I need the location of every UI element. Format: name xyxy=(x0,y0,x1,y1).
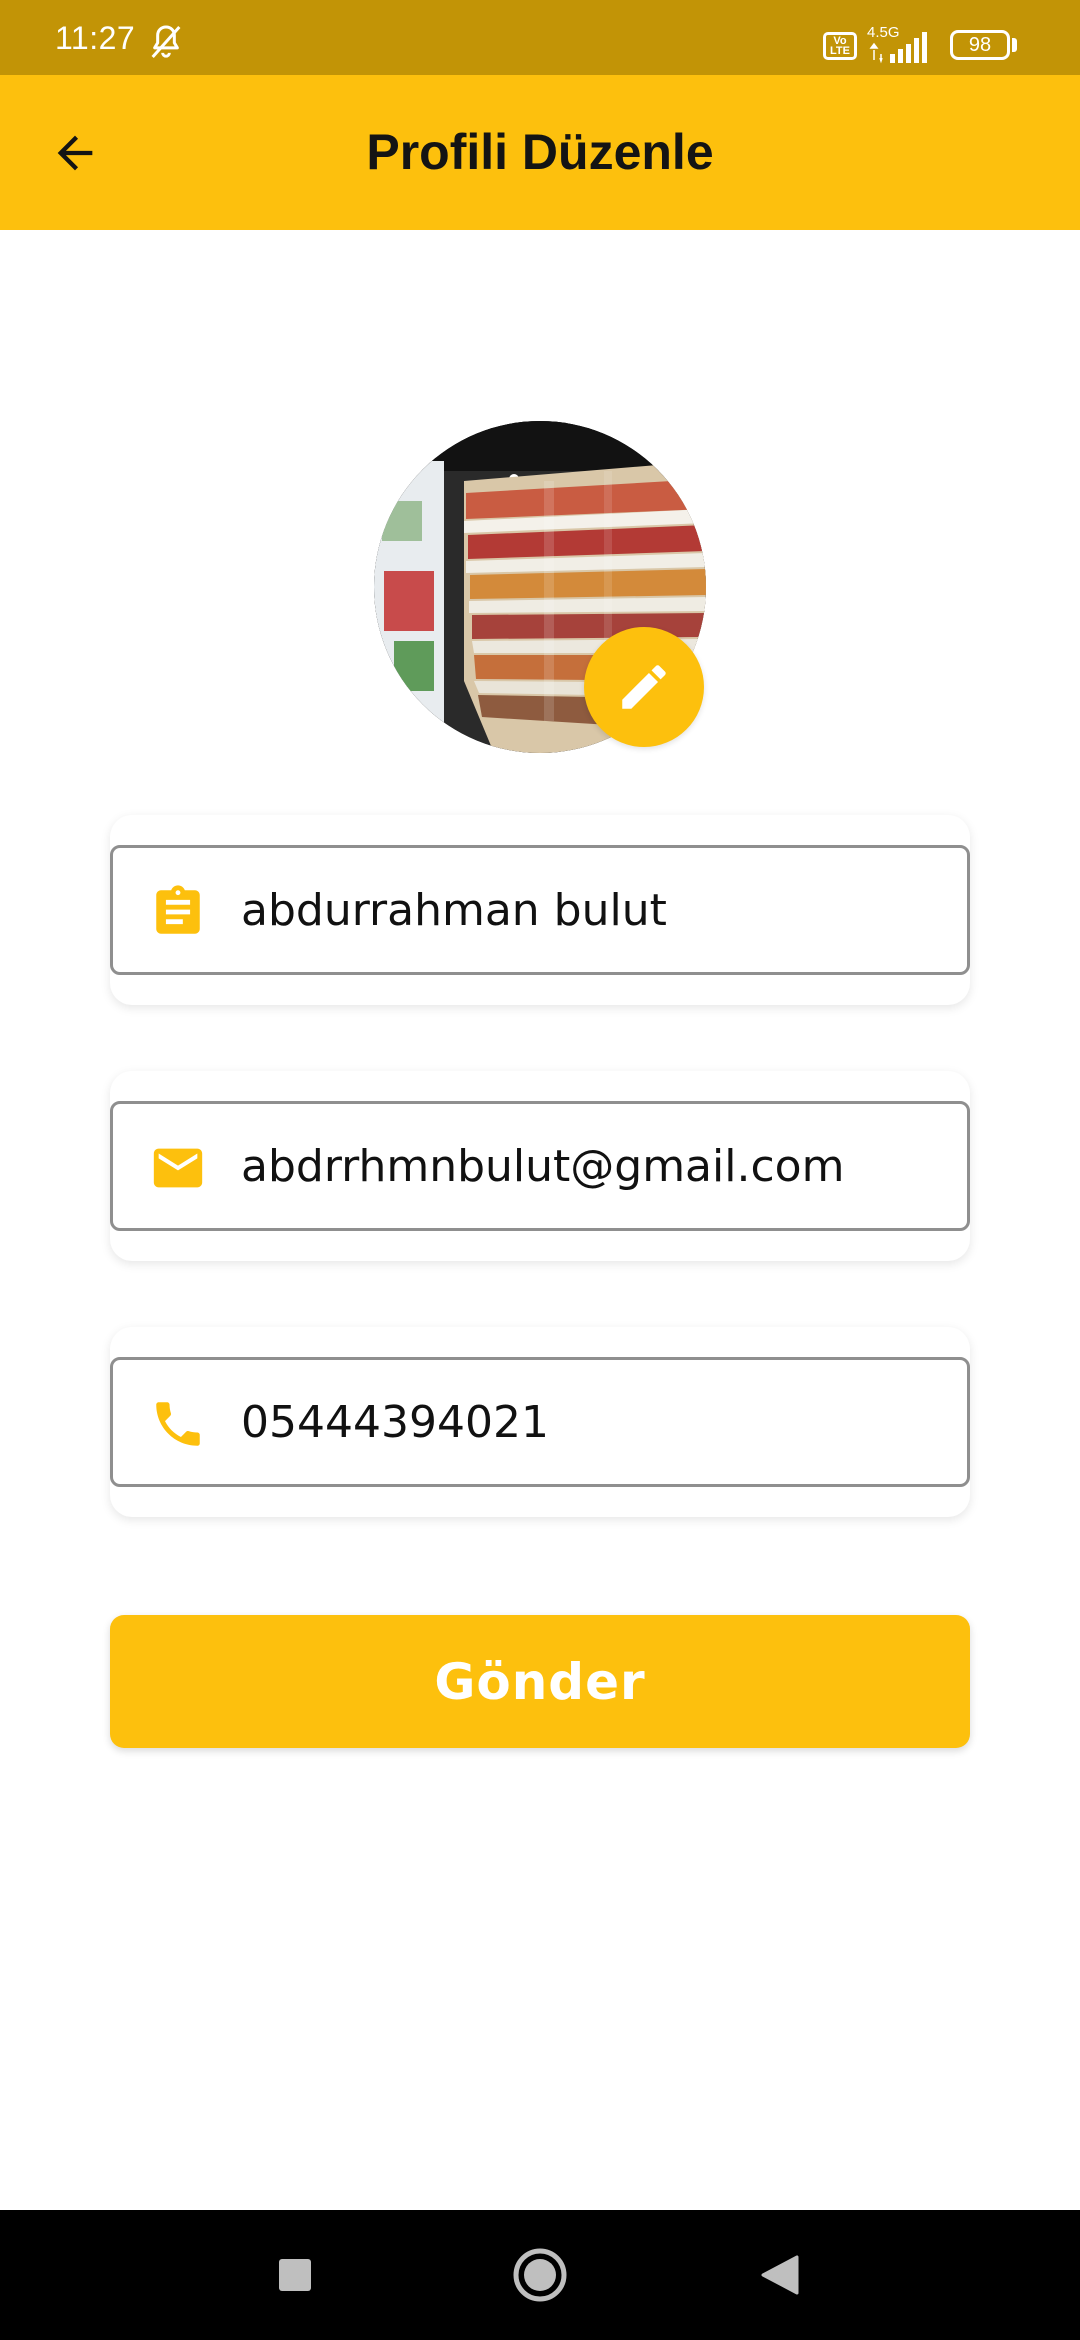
pencil-icon xyxy=(622,665,666,709)
status-time: 11:27 xyxy=(55,20,136,56)
phone-input[interactable] xyxy=(241,1360,941,1484)
app-bar: Profili Düzenle xyxy=(0,75,1080,230)
phone-field-card xyxy=(110,1327,970,1517)
home-circle-icon xyxy=(513,2248,567,2302)
name-input[interactable] xyxy=(241,848,941,972)
bell-off-icon xyxy=(151,25,181,58)
battery-icon: 98 xyxy=(950,30,1010,60)
email-field[interactable] xyxy=(110,1101,970,1231)
status-bar: 11:27 Vo LTE 4.5G 98 xyxy=(0,0,1080,75)
home-button[interactable] xyxy=(505,2240,575,2310)
back-nav-button[interactable] xyxy=(745,2240,815,2310)
clipboard-icon xyxy=(149,883,207,941)
phone-field[interactable] xyxy=(110,1357,970,1487)
signal-icon xyxy=(869,32,927,64)
volte-icon: Vo LTE xyxy=(823,32,857,60)
battery-tip xyxy=(1012,38,1017,52)
submit-button[interactable]: Gönder xyxy=(110,1615,970,1748)
edit-photo-button[interactable] xyxy=(584,627,704,747)
email-field-card xyxy=(110,1071,970,1261)
name-field[interactable] xyxy=(110,845,970,975)
page-title: Profili Düzenle xyxy=(366,124,714,180)
name-field-card xyxy=(110,815,970,1005)
edit-profile-screen: 11:27 Vo LTE 4.5G 98 Profili Düzenle abd… xyxy=(0,0,1080,2340)
mail-icon xyxy=(149,1139,207,1197)
phone-icon xyxy=(149,1395,207,1453)
recents-button[interactable] xyxy=(260,2240,330,2310)
recents-square-icon xyxy=(279,2259,311,2291)
back-triangle-icon xyxy=(761,2255,799,2295)
email-input[interactable] xyxy=(241,1104,941,1228)
navigation-bar xyxy=(0,2210,1080,2340)
